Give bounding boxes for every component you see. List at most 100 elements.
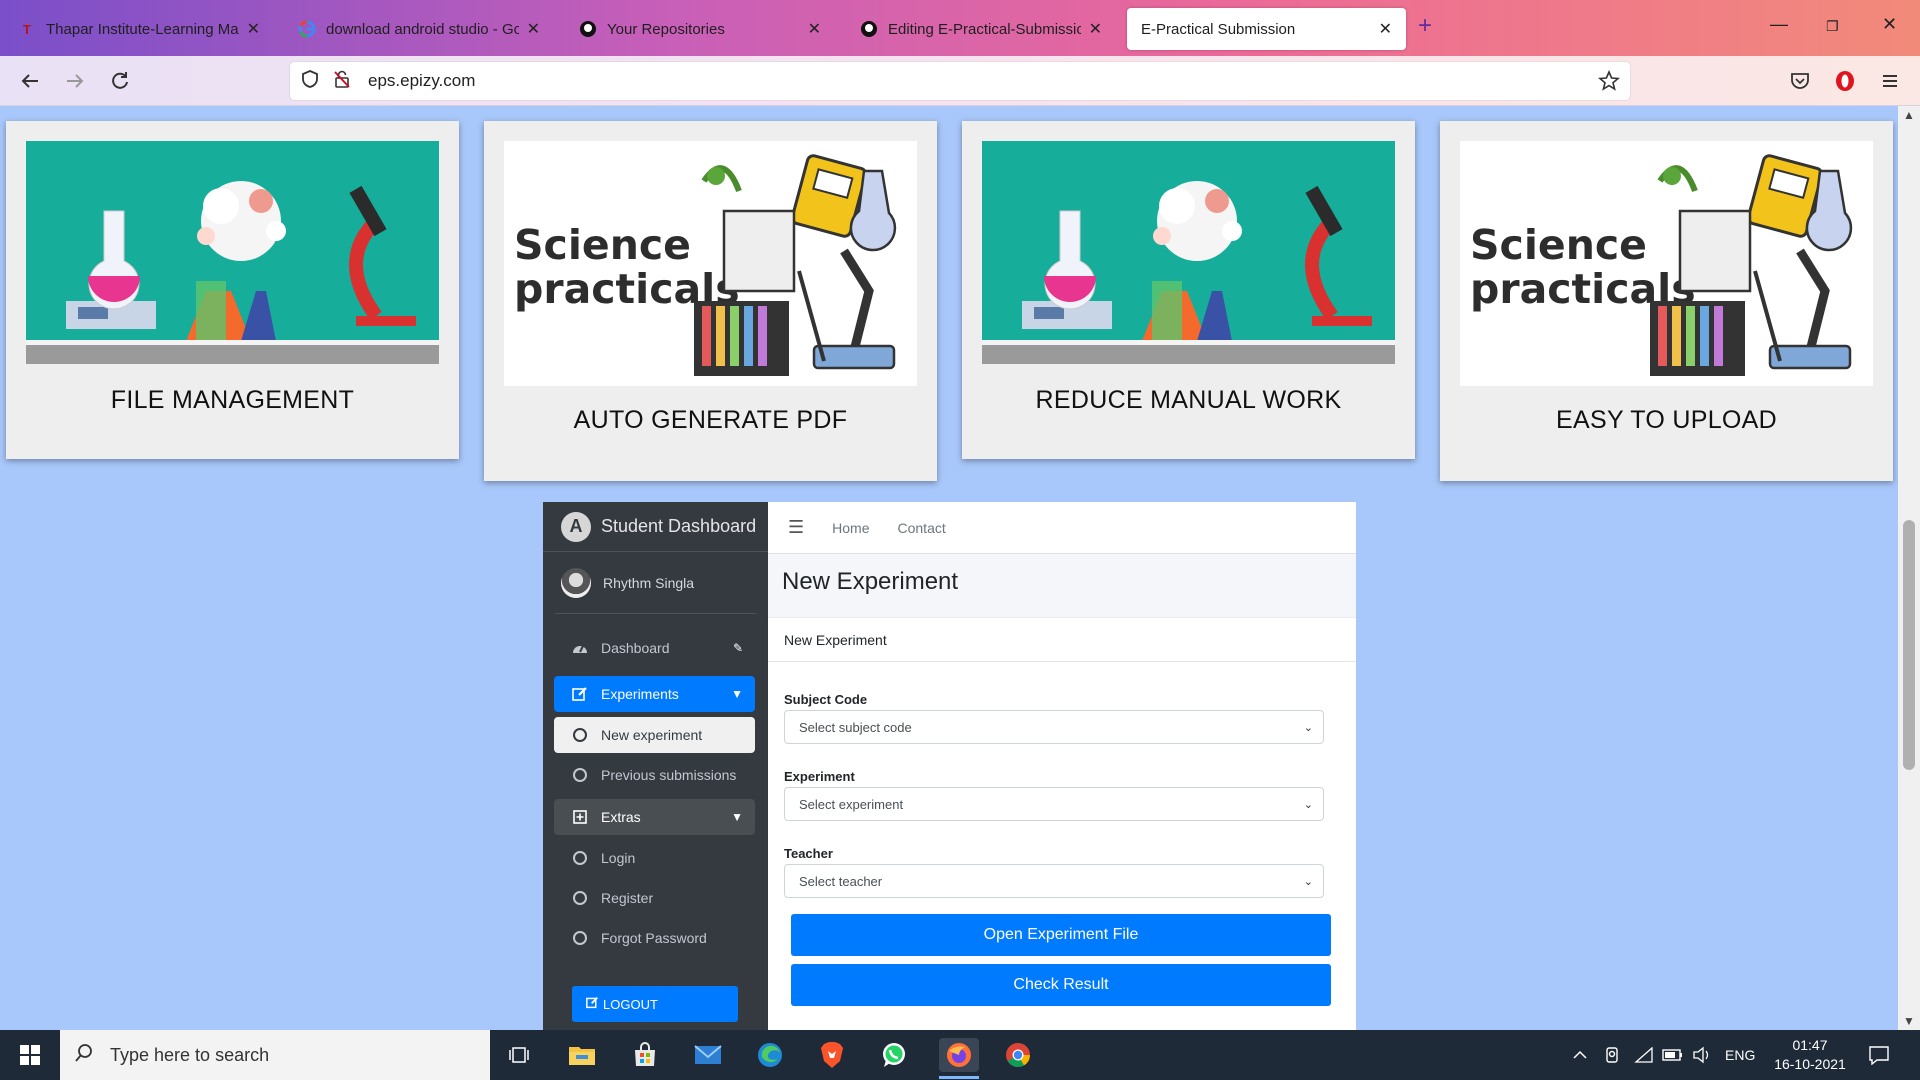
close-icon[interactable]: ✕ [1379, 19, 1392, 39]
reload-icon[interactable] [105, 66, 135, 96]
logout-label: LOGOUT [603, 996, 658, 1012]
sidebar-item-previous-submissions[interactable]: Previous submissions [554, 757, 755, 793]
close-icon[interactable]: ✕ [527, 19, 540, 39]
logout-button[interactable]: LOGOUT [572, 986, 738, 1022]
github-favicon-icon [860, 20, 878, 38]
pocket-icon[interactable] [1785, 66, 1815, 96]
subject-code-select[interactable]: Select subject code ⌄ [784, 710, 1324, 744]
tab-google[interactable]: download android studio - Goo ✕ [284, 8, 554, 50]
sidebar-item-register[interactable]: Register [554, 880, 755, 916]
browser-nav-bar: eps.epizy.com [0, 56, 1920, 106]
feature-card-file-management: FILE MANAGEMENT [6, 121, 459, 459]
bookmark-star-icon[interactable] [1598, 69, 1620, 97]
sidebar-item-experiments[interactable]: Experiments ▼ [554, 676, 755, 712]
lab-equipment-icon [66, 181, 416, 341]
lab-illustration [982, 141, 1395, 364]
restore-icon[interactable]: ❐ [1826, 18, 1839, 35]
check-result-button[interactable]: Check Result [791, 964, 1331, 1006]
scroll-up-icon[interactable]: ▲ [1898, 108, 1920, 122]
user-panel[interactable]: Rhythm Singla [555, 552, 756, 614]
edit-icon [586, 996, 599, 1012]
minimize-icon[interactable]: — [1770, 14, 1788, 35]
close-icon[interactable]: ✕ [808, 19, 821, 39]
brand[interactable]: A Student Dashboard [543, 502, 768, 552]
scrollbar-thumb[interactable] [1903, 520, 1915, 770]
meet-now-icon[interactable] [1604, 1030, 1622, 1080]
sidebar-item-new-experiment[interactable]: New experiment [554, 717, 755, 753]
insecure-lock-icon[interactable] [332, 69, 352, 94]
feature-caption: REDUCE MANUAL WORK [1035, 386, 1342, 414]
chevron-down-icon: ▼ [731, 810, 743, 824]
whatsapp-icon[interactable] [877, 1038, 911, 1072]
microsoft-store-icon[interactable] [628, 1038, 662, 1072]
chevron-down-icon: ⌄ [1303, 875, 1313, 888]
close-icon[interactable]: ✕ [247, 19, 260, 39]
feature-caption: AUTO GENERATE PDF [573, 406, 848, 434]
brand-text: Student Dashboard [601, 516, 757, 536]
tab-your-repositories[interactable]: Your Repositories ✕ [565, 8, 835, 50]
new-tab-icon[interactable]: + [1418, 12, 1432, 40]
hamburger-menu-icon[interactable]: ☰ [788, 517, 804, 538]
dashboard-sidebar: A Student Dashboard Rhythm Singla Dashbo… [543, 502, 768, 1030]
lab-equipment-icon [1022, 181, 1372, 341]
clock-date: 16-10-2021 [1774, 1056, 1846, 1072]
thapar-favicon-icon: T [23, 21, 31, 37]
back-icon[interactable] [15, 66, 45, 96]
sidebar-item-label: Register [601, 890, 654, 906]
firefox-browser-icon[interactable] [939, 1038, 979, 1072]
circle-icon [571, 766, 589, 784]
notification-icon[interactable] [1868, 1030, 1890, 1080]
language-indicator[interactable]: ENG [1725, 1030, 1755, 1080]
tachometer-icon [571, 639, 589, 657]
student-dashboard-preview: A Student Dashboard Rhythm Singla Dashbo… [543, 502, 1356, 1030]
plus-square-icon [571, 808, 589, 826]
battery-icon[interactable] [1662, 1030, 1684, 1080]
tab-e-practical-submission[interactable]: E-Practical Submission ✕ [1127, 8, 1406, 50]
sidebar-item-label: Dashboard [601, 640, 670, 656]
open-experiment-file-button[interactable]: Open Experiment File [791, 914, 1331, 956]
shield-icon[interactable] [300, 69, 320, 94]
edge-browser-icon[interactable] [753, 1038, 787, 1072]
task-view-icon[interactable] [502, 1038, 536, 1072]
dashboard-top-nav: ☰ Home Contact [768, 502, 1356, 554]
volume-icon[interactable] [1692, 1030, 1712, 1080]
scroll-down-icon[interactable]: ▼ [1898, 1014, 1920, 1028]
mail-icon[interactable] [691, 1038, 725, 1072]
sidebar-item-login[interactable]: Login [554, 840, 755, 876]
brand-logo-icon: A [561, 511, 591, 542]
wifi-icon[interactable] [1634, 1030, 1654, 1080]
file-explorer-icon[interactable] [565, 1038, 599, 1072]
forward-icon[interactable] [60, 66, 90, 96]
tray-chevron-up-icon[interactable] [1572, 1030, 1588, 1080]
experiment-select[interactable]: Select experiment ⌄ [784, 787, 1324, 821]
chrome-browser-icon[interactable] [1001, 1038, 1035, 1072]
close-icon[interactable]: ✕ [1089, 19, 1102, 39]
windows-taskbar: Type here to search ENG 01:47 16-10-2021 [0, 1030, 1920, 1080]
lab-floor [982, 340, 1395, 364]
opera-extension-icon[interactable] [1830, 66, 1860, 96]
brave-browser-icon[interactable] [815, 1038, 849, 1072]
address-bar[interactable]: eps.epizy.com [290, 62, 1630, 100]
dashboard-main: ☰ Home Contact New Experiment New Experi… [768, 502, 1356, 1030]
tab-editing-repo[interactable]: Editing E-Practical-Submissions ✕ [846, 8, 1116, 50]
nav-link-home[interactable]: Home [832, 520, 869, 536]
start-button[interactable] [0, 1030, 60, 1080]
clock[interactable]: 01:47 16-10-2021 [1768, 1030, 1852, 1080]
taskbar-search-box[interactable]: Type here to search [60, 1030, 490, 1080]
active-app-indicator [939, 1076, 979, 1079]
page-scrollbar[interactable]: ▲ ▼ [1898, 106, 1920, 1030]
sidebar-item-forgot-password[interactable]: Forgot Password [554, 920, 755, 956]
teacher-select[interactable]: Select teacher ⌄ [784, 864, 1324, 898]
window-close-icon[interactable]: ✕ [1882, 14, 1897, 35]
sidebar-item-dashboard[interactable]: Dashboard ✎ [554, 630, 755, 666]
tab-thapar[interactable]: T Thapar Institute-Learning Mana ✕ [4, 8, 274, 50]
avatar [561, 567, 591, 598]
new-experiment-card: New Experiment Subject Code Select subje… [768, 618, 1356, 1030]
circle-icon [571, 929, 589, 947]
pin-icon: ✎ [732, 641, 743, 655]
google-favicon-icon [298, 20, 316, 38]
circle-icon [571, 726, 589, 744]
sidebar-item-extras[interactable]: Extras ▼ [554, 799, 755, 835]
menu-icon[interactable] [1875, 66, 1905, 96]
nav-link-contact[interactable]: Contact [898, 520, 946, 536]
